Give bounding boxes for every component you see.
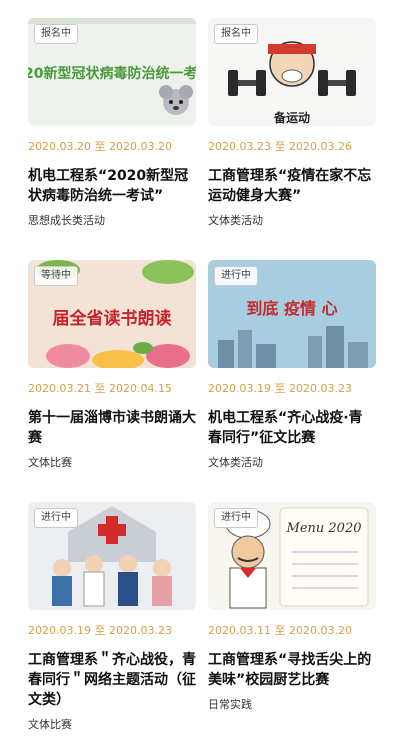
- date-range: 2020.03.21 至 2020.04.15: [28, 382, 196, 396]
- activity-title[interactable]: 工商管理系＂齐心战役，青春同行＂网络主题活动（征文类）: [28, 650, 196, 710]
- date-range: 2020.03.23 至 2020.03.26: [208, 140, 376, 154]
- thumbnail-text: 届全省读书朗读: [53, 308, 172, 329]
- end-date: 2020.03.26: [288, 140, 352, 153]
- date-separator: 至: [274, 624, 286, 637]
- date-separator: 至: [94, 624, 106, 637]
- start-date: 2020.03.23: [208, 140, 271, 153]
- date-range: 2020.03.19 至 2020.03.23: [208, 382, 376, 396]
- status-badge: 进行中: [214, 508, 258, 528]
- activity-title[interactable]: 工商管理系“疫情在家不忘运动健身大赛”: [208, 166, 376, 206]
- activity-card[interactable]: 届全省读书朗读 等待中 2020.03.21 至 2020.04.15 第十一届…: [28, 260, 196, 470]
- start-date: 2020.03.20: [28, 140, 91, 153]
- activity-card[interactable]: 备运动 报名中 2020.03.23 至 2020.03.26 工商管理系“疫情…: [208, 18, 376, 228]
- activity-title[interactable]: 机电工程系“齐心战疫·青春同行”征文比赛: [208, 408, 376, 448]
- thumbnail-text: 到底 疫情 心: [246, 299, 337, 318]
- activity-card[interactable]: 2020新型冠状病毒防治统一考试 报名中 2020.03.20 至 2020.0…: [28, 18, 196, 228]
- date-separator: 至: [94, 140, 106, 153]
- status-badge: 等待中: [34, 266, 78, 286]
- activity-thumbnail[interactable]: 到底 疫情 心 进行中: [208, 260, 376, 368]
- end-date: 2020.03.20: [108, 140, 172, 153]
- end-date: 2020.04.15: [108, 382, 172, 395]
- status-badge: 进行中: [34, 508, 78, 528]
- activity-grid: 2020新型冠状病毒防治统一考试 报名中 2020.03.20 至 2020.0…: [0, 0, 405, 741]
- status-badge: 报名中: [214, 24, 258, 44]
- status-badge: 进行中: [214, 266, 258, 286]
- date-range: 2020.03.11 至 2020.03.20: [208, 624, 376, 638]
- activity-category: 日常实践: [208, 698, 252, 711]
- status-badge: 报名中: [34, 24, 78, 44]
- end-date: 2020.03.23: [288, 382, 352, 395]
- activity-thumbnail[interactable]: Menu 2020 进行中: [208, 502, 376, 610]
- activity-card[interactable]: 到底 疫情 心 进行中 2020.03.19 至 2020.03.23 机电工程…: [208, 260, 376, 470]
- activity-thumbnail[interactable]: 备运动 报名中: [208, 18, 376, 126]
- start-date: 2020.03.11: [208, 624, 271, 637]
- activity-thumbnail[interactable]: 届全省读书朗读 等待中: [28, 260, 196, 368]
- activity-thumbnail[interactable]: 进行中: [28, 502, 196, 610]
- activity-title[interactable]: 工商管理系“寻找舌尖上的美味”校园厨艺比赛: [208, 650, 376, 690]
- activity-category: 文体比赛: [28, 456, 72, 469]
- activity-category: 文体类活动: [208, 456, 263, 469]
- end-date: 2020.03.23: [108, 624, 172, 637]
- activity-thumbnail[interactable]: 2020新型冠状病毒防治统一考试 报名中: [28, 18, 196, 126]
- activity-title[interactable]: 第十一届淄博市读书朗诵大赛: [28, 408, 196, 448]
- activity-title[interactable]: 机电工程系“2020新型冠状病毒防治统一考试”: [28, 166, 196, 206]
- end-date: 2020.03.20: [288, 624, 352, 637]
- date-separator: 至: [274, 140, 286, 153]
- start-date: 2020.03.19: [208, 382, 271, 395]
- date-separator: 至: [94, 382, 106, 395]
- thumbnail-text: 备运动: [273, 110, 310, 125]
- start-date: 2020.03.21: [28, 382, 91, 395]
- date-separator: 至: [274, 382, 286, 395]
- activity-category: 文体比赛: [28, 718, 72, 731]
- start-date: 2020.03.19: [28, 624, 91, 637]
- thumbnail-text: Menu 2020: [286, 521, 362, 536]
- date-range: 2020.03.20 至 2020.03.20: [28, 140, 196, 154]
- date-range: 2020.03.19 至 2020.03.23: [28, 624, 196, 638]
- activity-category: 思想成长类活动: [28, 214, 105, 227]
- activity-card[interactable]: Menu 2020 进行中 2020.03.11 至 2020.03.20 工商…: [208, 502, 376, 712]
- thumbnail-text: 2020新型冠状病毒防治统一考试: [28, 65, 196, 82]
- activity-category: 文体类活动: [208, 214, 263, 227]
- activity-card[interactable]: 进行中 2020.03.19 至 2020.03.23 工商管理系＂齐心战役，青…: [28, 502, 196, 732]
